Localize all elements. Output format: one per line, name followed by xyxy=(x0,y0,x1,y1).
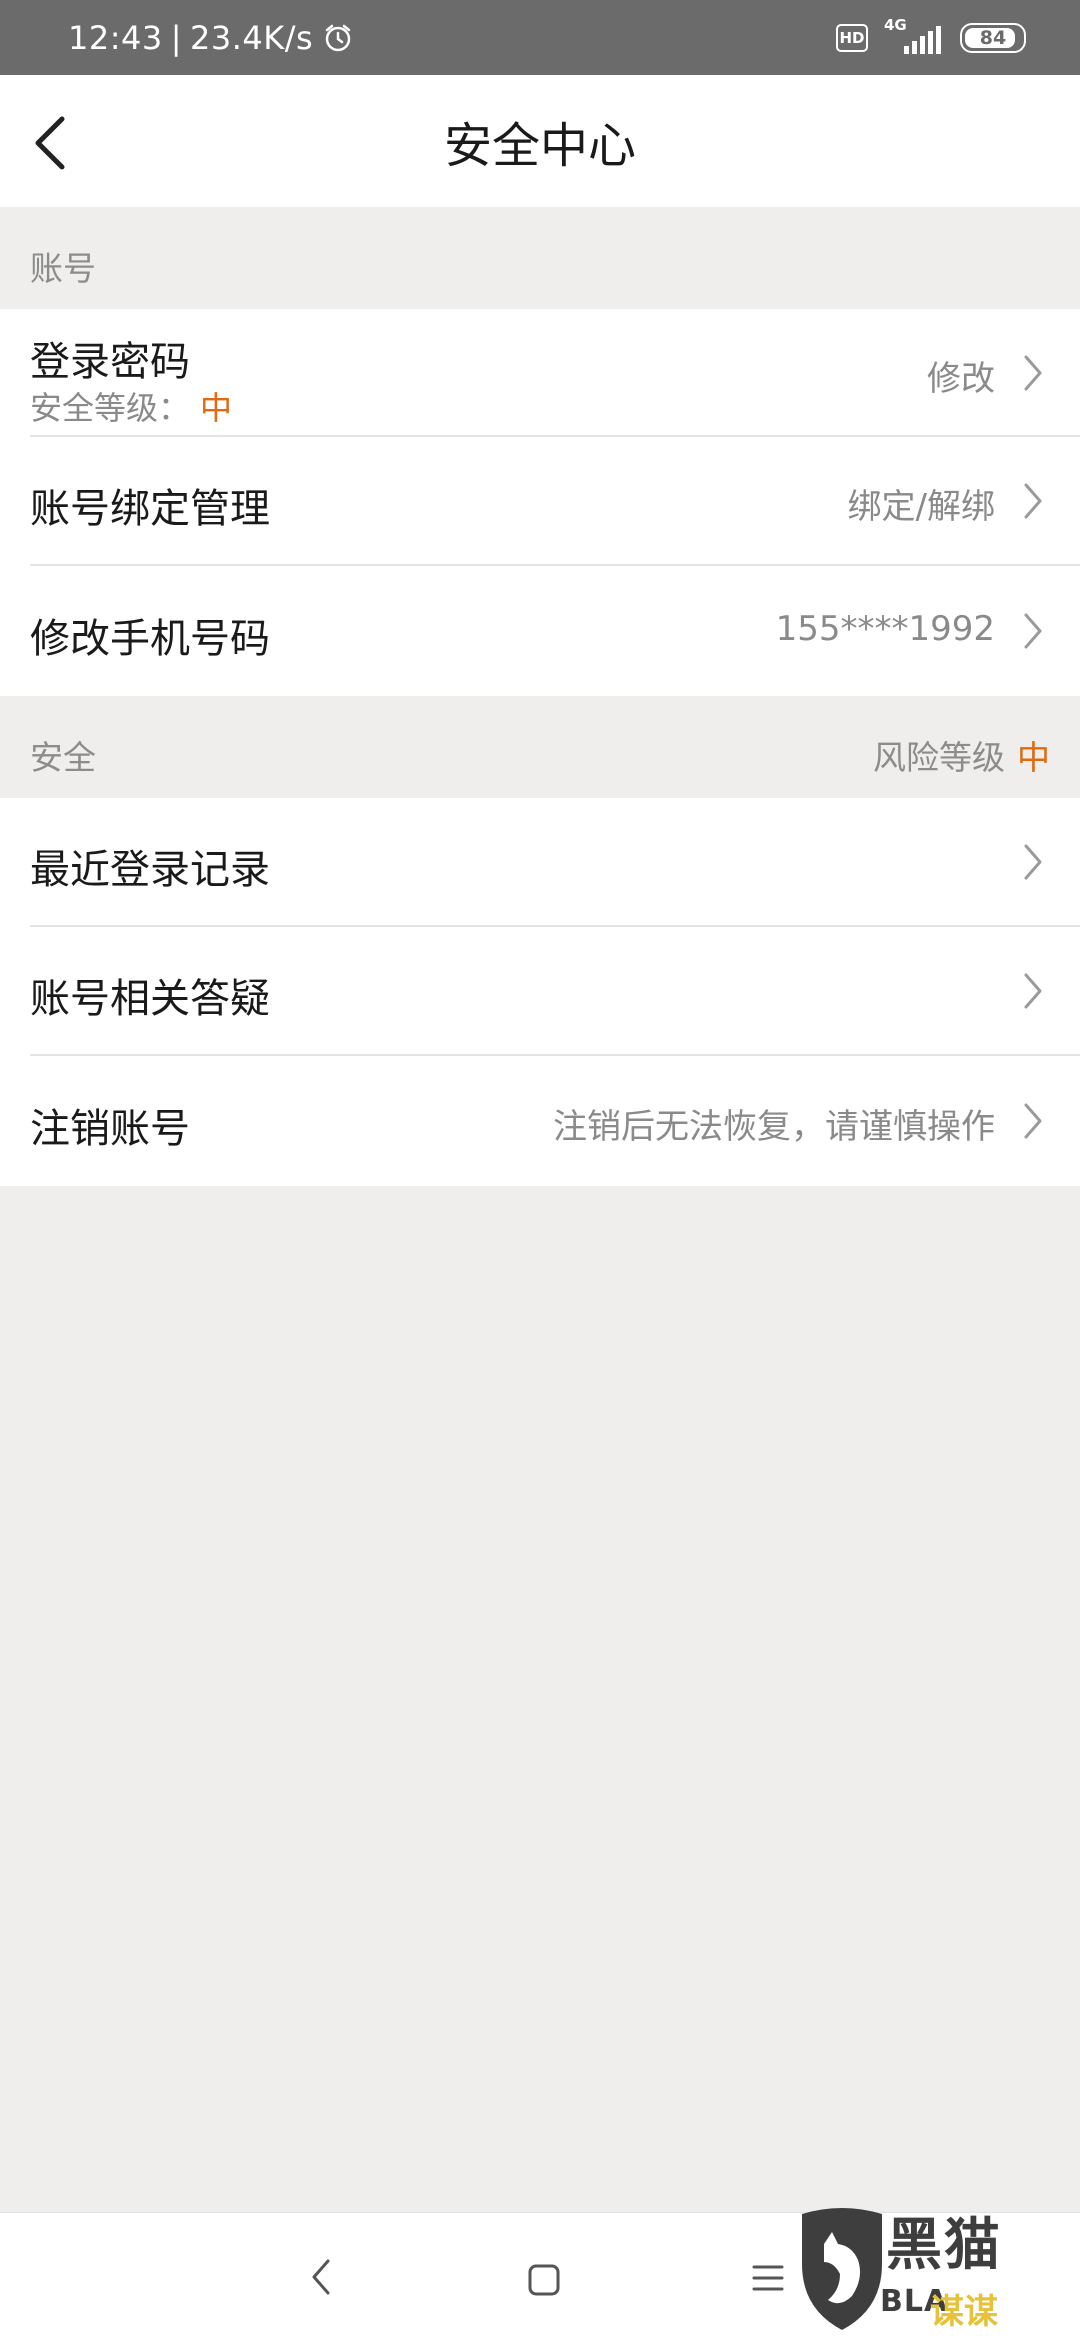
status-separator: | xyxy=(170,18,182,57)
row-title: 注销账号 xyxy=(30,1106,190,1152)
row-account-binding[interactable]: 账号绑定管理 绑定/解绑 xyxy=(0,437,1080,566)
section-label-security: 安全 xyxy=(30,738,96,777)
chevron-right-icon xyxy=(1024,483,1042,519)
row-change-phone[interactable]: 修改手机号码 155****1992 xyxy=(0,566,1080,696)
row-account-faq[interactable]: 账号相关答疑 xyxy=(0,927,1080,1056)
row-title: 登录密码 xyxy=(30,339,190,385)
row-title: 账号绑定管理 xyxy=(30,486,270,532)
row-action: 修改 xyxy=(927,359,995,399)
watermark-logo: 黑猫 BLA 谋谋 xyxy=(794,2200,1074,2340)
chevron-right-icon xyxy=(1024,613,1042,649)
status-right: HD 4G 84 xyxy=(836,0,1026,75)
section-header-account: 账号 xyxy=(0,207,1080,309)
battery-icon: 84 xyxy=(960,22,1026,53)
page-title: 安全中心 xyxy=(443,118,636,174)
cat-shield-icon xyxy=(802,2208,882,2330)
status-net-speed: 23.4K/s xyxy=(190,18,314,57)
row-login-password[interactable]: 登录密码 安全等级：中 修改 xyxy=(0,309,1080,437)
chevron-right-icon xyxy=(1024,844,1042,880)
status-time: 12:43 xyxy=(68,18,163,57)
risk-level-value: 中 xyxy=(1017,738,1050,777)
row-title: 账号相关答疑 xyxy=(30,976,270,1022)
top-app-bar: 安全中心 xyxy=(0,75,1080,207)
security-level-label: 安全等级： xyxy=(30,389,191,427)
status-left: 12:43 | 23.4K/s xyxy=(68,0,353,75)
security-level-value: 中 xyxy=(200,389,233,427)
security-level: 安全等级：中 xyxy=(30,383,232,429)
nav-home-icon[interactable] xyxy=(527,2263,561,2297)
hd-icon: HD xyxy=(836,23,868,52)
phone-number: 155****1992 xyxy=(775,609,995,649)
section-label-account: 账号 xyxy=(30,249,96,288)
row-deactivate-account[interactable]: 注销账号 注销后无法恢复，请谨慎操作 xyxy=(0,1056,1080,1186)
nav-menu-icon[interactable] xyxy=(752,2263,784,2293)
chevron-right-icon xyxy=(1024,1103,1042,1139)
chevron-right-icon xyxy=(1024,973,1042,1009)
risk-level-label: 风险等级 xyxy=(873,738,1005,777)
section-header-security: 安全 风险等级中 xyxy=(0,696,1080,798)
row-login-records[interactable]: 最近登录记录 xyxy=(0,798,1080,927)
chevron-right-icon xyxy=(1024,355,1042,391)
watermark-cn: 黑猫 xyxy=(886,2213,1002,2278)
battery-level: 84 xyxy=(979,26,1007,49)
alarm-clock-icon xyxy=(323,23,353,53)
nav-back-icon[interactable] xyxy=(308,2257,334,2297)
status-bar: 12:43 | 23.4K/s HD 4G 84 xyxy=(0,0,1080,75)
row-title: 修改手机号码 xyxy=(30,616,270,662)
row-title: 最近登录记录 xyxy=(30,847,270,893)
risk-level: 风险等级中 xyxy=(873,731,1050,779)
signal-icon: 4G xyxy=(884,16,944,58)
watermark-sub: 谋谋 xyxy=(930,2292,998,2332)
row-action: 绑定/解绑 xyxy=(847,487,995,527)
deactivate-hint: 注销后无法恢复，请谨慎操作 xyxy=(553,1107,995,1147)
